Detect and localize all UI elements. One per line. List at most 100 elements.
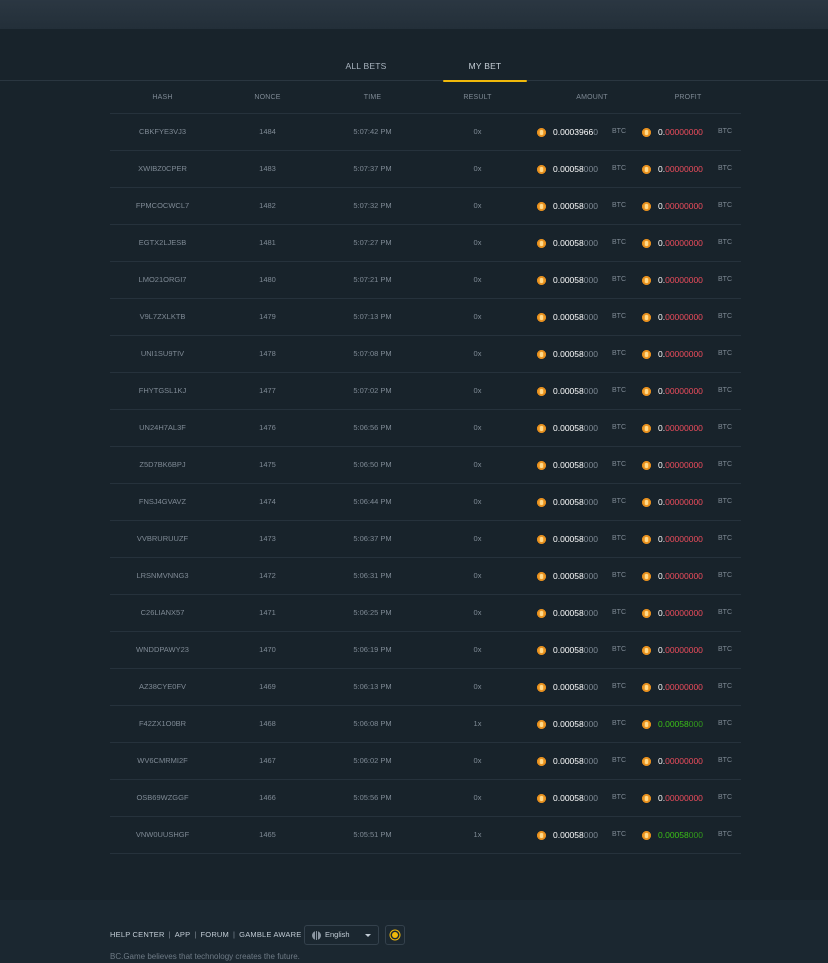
bet-hash[interactable]: FPMCOCWCL7 xyxy=(110,188,215,225)
amount-currency: BTC xyxy=(612,165,626,172)
bet-hash[interactable]: FHYTGSL1KJ xyxy=(110,373,215,410)
profit-value-trailing: 00000000 xyxy=(665,423,703,433)
bet-hash[interactable]: WNDDPAWY23 xyxy=(110,632,215,669)
table-row[interactable]: FPMCOCWCL7 1482 5:07:32 PM 0x 0.00058000 BTC 0… xyxy=(110,188,741,225)
bitcoin-coin-icon xyxy=(537,757,546,766)
table-row[interactable]: V9L7ZXLKTB 1479 5:07:13 PM 0x 0.00058000 BTC 0… xyxy=(110,299,741,336)
tab-my-bet[interactable]: MY BET xyxy=(443,29,527,82)
table-row[interactable]: FNSJ4GVAVZ 1474 5:06:44 PM 0x 0.00058000 BTC 0… xyxy=(110,484,741,521)
table-row[interactable]: VVBRURUUZF 1473 5:06:37 PM 0x 0.00058000 BTC 0… xyxy=(110,521,741,558)
bitcoin-coin-icon xyxy=(642,683,651,692)
profit-currency: BTC xyxy=(718,720,732,727)
bet-time: 5:07:27 PM xyxy=(353,238,392,247)
footer-links: HELP CENTER | APP | FORUM | GAMBLE AWARE xyxy=(110,930,301,939)
amount-value-trailing: 000 xyxy=(583,386,598,396)
bet-result: 0x xyxy=(473,497,482,506)
bet-hash[interactable]: LMO21ORGI7 xyxy=(110,262,215,299)
amount-value-trailing: 000 xyxy=(583,275,598,285)
bet-hash[interactable]: XWIBZ0CPER xyxy=(110,151,215,188)
bet-result: 0x xyxy=(473,312,482,321)
bet-hash[interactable]: C26LIANX57 xyxy=(110,595,215,632)
bet-profit: 0.00000000 BTC xyxy=(642,558,742,595)
profit-value: 0.00058000 xyxy=(658,817,703,853)
amount-currency: BTC xyxy=(612,831,626,838)
table-row[interactable]: F42ZX1O0BR 1468 5:06:08 PM 1x 0.00058000 BTC 0… xyxy=(110,706,741,743)
amount-value-significant: 0.00058 xyxy=(553,756,584,766)
table-row[interactable]: C26LIANX57 1471 5:06:25 PM 0x 0.00058000 BTC 0… xyxy=(110,595,741,632)
bet-time: 5:06:08 PM xyxy=(353,719,392,728)
profit-currency: BTC xyxy=(718,535,732,542)
table-row[interactable]: LRSNMVNNG3 1472 5:06:31 PM 0x 0.00058000 BTC 0… xyxy=(110,558,741,595)
table-row[interactable]: UNI1SU9TIV 1478 5:07:08 PM 0x 0.00058000 BTC 0… xyxy=(110,336,741,373)
language-select[interactable]: English xyxy=(304,925,379,945)
bet-hash[interactable]: F42ZX1O0BR xyxy=(110,706,215,743)
profit-value-trailing: 000 xyxy=(688,830,703,840)
bet-hash[interactable]: EGTX2LJESB xyxy=(110,225,215,262)
bet-hash[interactable]: Z5D7BK6BPJ xyxy=(110,447,215,484)
table-row[interactable]: AZ38CYE0FV 1469 5:06:13 PM 0x 0.00058000 BTC 0… xyxy=(110,669,741,706)
amount-value: 0.00058000 xyxy=(553,484,598,520)
bet-result: 0x xyxy=(473,460,482,469)
amount-value-trailing: 000 xyxy=(583,201,598,211)
footer-link-help-center[interactable]: HELP CENTER xyxy=(110,930,165,939)
profit-currency: BTC xyxy=(718,276,732,283)
footer-link-app[interactable]: APP xyxy=(175,930,191,939)
table-row[interactable]: CBKFYE3VJ3 1484 5:07:42 PM 0x 0.00039660 BTC 0… xyxy=(110,114,741,151)
table-row[interactable]: OSB69WZGGF 1466 5:05:56 PM 0x 0.00058000 BTC 0… xyxy=(110,780,741,817)
bet-amount: 0.00058000 BTC xyxy=(537,669,647,706)
amount-value-significant: 0.00058 xyxy=(553,275,584,285)
bet-profit: 0.00058000 BTC xyxy=(642,817,742,854)
bet-hash[interactable]: UNI1SU9TIV xyxy=(110,336,215,373)
bitcoin-coin-icon xyxy=(642,572,651,581)
bet-result: 0x xyxy=(473,571,482,580)
table-row[interactable]: WV6CMRMI2F 1467 5:06:02 PM 0x 0.00058000 BTC 0… xyxy=(110,743,741,780)
table-row[interactable]: EGTX2LJESB 1481 5:07:27 PM 0x 0.00058000 BTC 0… xyxy=(110,225,741,262)
bet-amount: 0.00058000 BTC xyxy=(537,336,647,373)
bitcoin-coin-icon xyxy=(537,831,546,840)
bet-hash[interactable]: AZ38CYE0FV xyxy=(110,669,215,706)
bitcoin-coin-icon xyxy=(537,276,546,285)
amount-value-significant: 0.00058 xyxy=(553,534,584,544)
amount-currency: BTC xyxy=(612,387,626,394)
profit-value-trailing: 00000000 xyxy=(665,127,703,137)
bet-profit: 0.00000000 BTC xyxy=(642,780,742,817)
profit-value-trailing: 000 xyxy=(688,719,703,729)
table-row[interactable]: UN24H7AL3F 1476 5:06:56 PM 0x 0.00058000 BTC 0… xyxy=(110,410,741,447)
bet-nonce: 1474 xyxy=(259,497,276,506)
bet-hash[interactable]: UN24H7AL3F xyxy=(110,410,215,447)
table-row[interactable]: WNDDPAWY23 1470 5:06:19 PM 0x 0.00058000 BTC 0… xyxy=(110,632,741,669)
bet-hash[interactable]: V9L7ZXLKTB xyxy=(110,299,215,336)
table-row[interactable]: Z5D7BK6BPJ 1475 5:06:50 PM 0x 0.00058000 BTC 0… xyxy=(110,447,741,484)
bet-nonce: 1471 xyxy=(259,608,276,617)
tab-all-bets[interactable]: ALL BETS xyxy=(324,29,408,81)
theme-toggle-button[interactable] xyxy=(385,925,405,945)
table-row[interactable]: LMO21ORGI7 1480 5:07:21 PM 0x 0.00058000 BTC 0… xyxy=(110,262,741,299)
bet-result: 1x xyxy=(473,719,482,728)
footer-link-forum[interactable]: FORUM xyxy=(201,930,230,939)
footer-link-gamble-aware[interactable]: GAMBLE AWARE xyxy=(239,930,301,939)
table-row[interactable]: FHYTGSL1KJ 1477 5:07:02 PM 0x 0.00058000 BTC 0… xyxy=(110,373,741,410)
table-body: CBKFYE3VJ3 1484 5:07:42 PM 0x 0.00039660 BTC 0… xyxy=(110,114,741,854)
bet-hash[interactable]: OSB69WZGGF xyxy=(110,780,215,817)
bet-hash[interactable]: VNW0UUSHGF xyxy=(110,817,215,854)
table-row[interactable]: VNW0UUSHGF 1465 5:05:51 PM 1x 0.00058000 BTC 0… xyxy=(110,817,741,854)
bet-hash[interactable]: FNSJ4GVAVZ xyxy=(110,484,215,521)
bet-profit: 0.00000000 BTC xyxy=(642,225,742,262)
profit-value: 0.00000000 xyxy=(658,151,703,187)
bet-hash[interactable]: WV6CMRMI2F xyxy=(110,743,215,780)
chevron-down-icon xyxy=(365,934,371,937)
bet-hash[interactable]: VVBRURUUZF xyxy=(110,521,215,558)
bet-profit: 0.00000000 BTC xyxy=(642,151,742,188)
bet-hash[interactable]: LRSNMVNNG3 xyxy=(110,558,215,595)
bet-hash[interactable]: CBKFYE3VJ3 xyxy=(110,114,215,151)
bet-time: 5:06:02 PM xyxy=(353,756,392,765)
amount-value-significant: 0.00058 xyxy=(553,386,584,396)
bet-time: 5:07:08 PM xyxy=(353,349,392,358)
amount-value: 0.00058000 xyxy=(553,706,598,742)
bitcoin-coin-icon xyxy=(642,387,651,396)
table-row[interactable]: XWIBZ0CPER 1483 5:07:37 PM 0x 0.00058000 BTC 0… xyxy=(110,151,741,188)
amount-value: 0.00058000 xyxy=(553,225,598,261)
bet-amount: 0.00058000 BTC xyxy=(537,188,647,225)
profit-value: 0.00000000 xyxy=(658,188,703,224)
amount-value-trailing: 000 xyxy=(583,571,598,581)
